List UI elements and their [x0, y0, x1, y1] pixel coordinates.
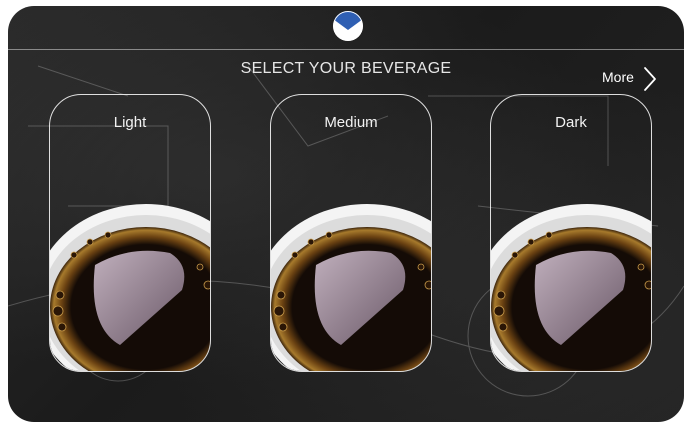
coffee-cup-image — [491, 204, 651, 371]
beverage-card-light[interactable]: Light — [49, 94, 211, 372]
chevron-right-icon — [644, 67, 656, 91]
header-divider — [8, 49, 684, 50]
coffee-cup-image — [50, 204, 210, 371]
beverage-card-medium[interactable]: Medium — [270, 94, 432, 372]
app-screen: SELECT YOUR BEVERAGE More Light Medium D… — [8, 6, 684, 422]
page-title: SELECT YOUR BEVERAGE — [240, 60, 452, 77]
beverage-label: Dark — [555, 114, 587, 131]
brand-logo-icon — [333, 11, 363, 41]
beverage-label: Medium — [324, 114, 378, 131]
beverage-card-dark[interactable]: Dark — [490, 94, 652, 372]
more-label: More — [602, 69, 634, 85]
coffee-cup-image — [271, 204, 431, 371]
beverage-label: Light — [113, 114, 147, 131]
